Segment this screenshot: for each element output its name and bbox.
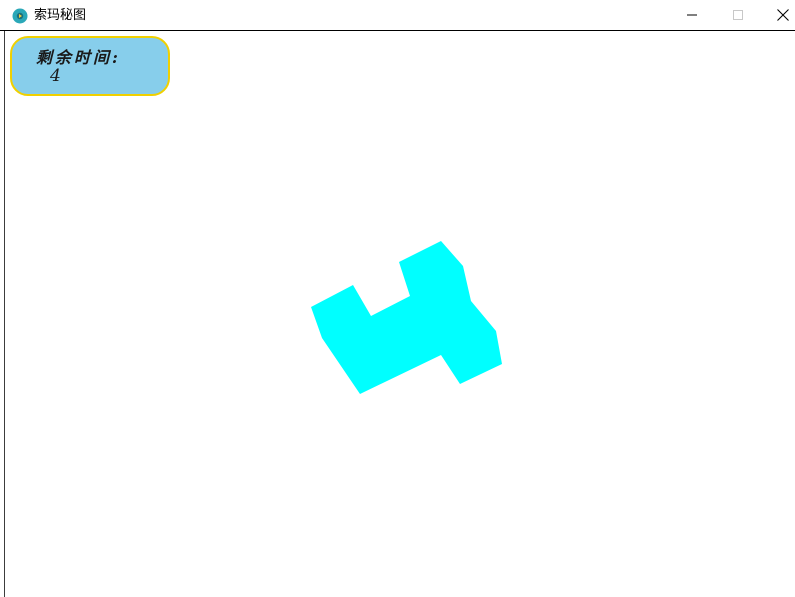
timer-value: 4: [50, 66, 61, 86]
timer-panel: 剩余时间: 4: [10, 36, 170, 96]
timer-label: 剩余时间:: [36, 48, 121, 67]
puzzle-piece[interactable]: [311, 241, 502, 394]
app-window: 索玛秘图 剩余时间: 4: [0, 0, 795, 597]
